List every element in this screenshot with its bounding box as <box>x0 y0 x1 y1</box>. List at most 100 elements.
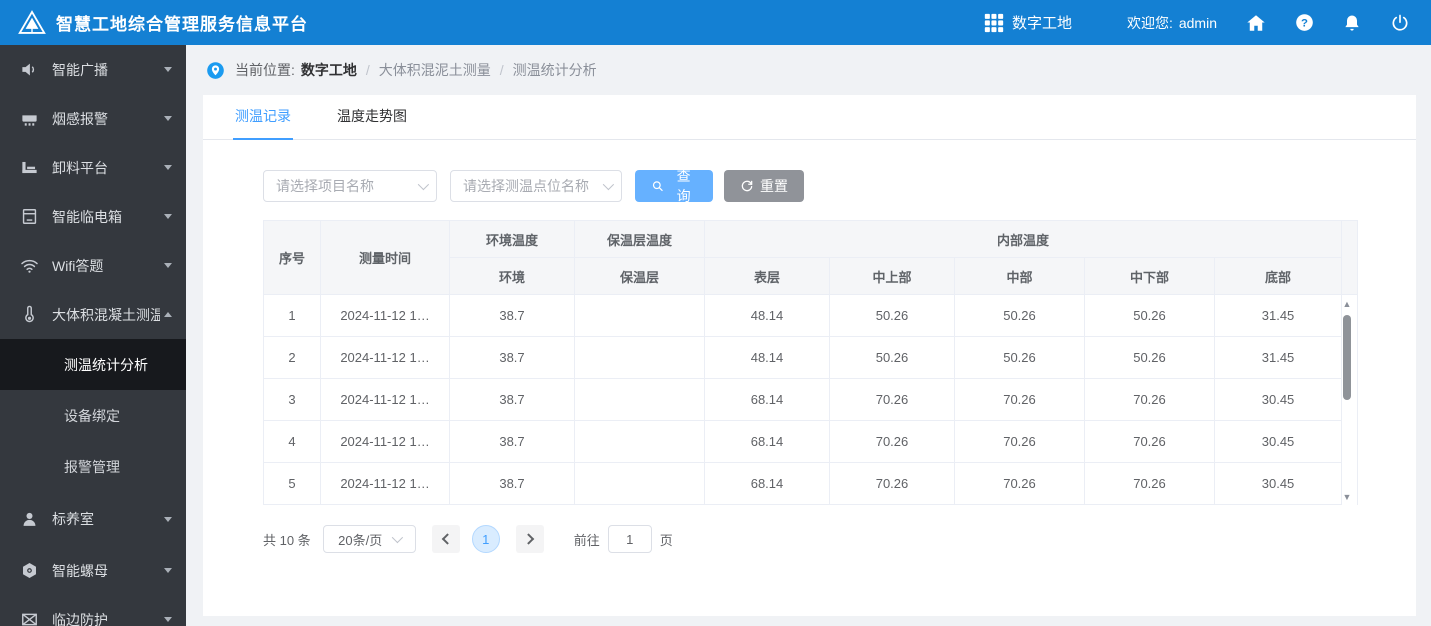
chevron-down-icon <box>164 116 172 121</box>
welcome-text: 欢迎您: admin <box>1126 14 1217 31</box>
scrollbar-gutter <box>1341 220 1359 295</box>
col-surface: 表层 <box>704 257 830 295</box>
table-header: 序号 测量时间 环境温度 保温层温度 内部温度 环境 保温层 表层 中上部 中部… <box>263 220 1359 295</box>
goto-page-input[interactable] <box>607 525 652 553</box>
sidebar-subitem-alarm-management[interactable]: 报警管理 <box>0 441 186 492</box>
speaker-icon <box>20 60 39 79</box>
breadcrumb-level2[interactable]: 大体积混泥土测量 <box>379 60 491 80</box>
chevron-up-icon <box>164 312 172 317</box>
pagination-bar: 共 10 条 20条/页 1 前往 页 <box>263 525 1416 553</box>
prev-page-button[interactable] <box>431 525 460 553</box>
search-button[interactable]: 查询 <box>635 168 713 204</box>
thermometer-icon <box>20 305 39 324</box>
sidebar: 智能广播 烟感报警 卸料平台 智能临电箱 Wifi答题 大体积混凝土测温 测温统… <box>0 45 186 626</box>
project-name-select[interactable]: 请选择项目名称 <box>263 170 437 202</box>
sidebar-item-broadcast[interactable]: 智能广播 <box>0 45 186 94</box>
sidebar-item-curing-room[interactable]: 标养室 <box>0 492 186 546</box>
table-row[interactable]: 2 2024-11-12 1… 38.7 48.14 50.26 50.26 50.26 31… <box>263 336 1359 379</box>
fence-icon <box>20 610 39 626</box>
chevron-down-icon <box>602 178 615 191</box>
sidebar-item-unloading-platform[interactable]: 卸料平台 <box>0 143 186 192</box>
app-switcher-label: 数字工地 <box>1011 15 1072 32</box>
chevron-down-icon <box>164 165 172 170</box>
chevron-down-icon <box>164 67 172 72</box>
chevron-down-icon <box>164 617 172 622</box>
page-size-select[interactable]: 20条/页 <box>322 525 416 553</box>
col-env: 环境 <box>449 257 575 295</box>
home-icon[interactable] <box>1245 12 1267 34</box>
col-lower-middle: 中下部 <box>1084 257 1215 295</box>
refresh-icon <box>741 180 753 192</box>
chevron-down-icon <box>164 568 172 573</box>
chevron-right-icon <box>522 533 534 545</box>
app-switcher[interactable]: 数字工地 <box>983 12 1072 34</box>
username: admin <box>1178 14 1217 31</box>
table-row[interactable]: 4 2024-11-12 1… 38.7 68.14 70.26 70.26 70.26 30… <box>263 420 1359 463</box>
chevron-down-icon <box>164 263 172 268</box>
main-area: 当前位置: 数字工地 / 大体积混泥土测量 / 测温统计分析 测温记录 温度走势… <box>186 45 1431 626</box>
sidebar-item-wifi-quiz[interactable]: Wifi答题 <box>0 241 186 290</box>
col-measure-time: 测量时间 <box>320 220 450 295</box>
temperature-table: 序号 测量时间 环境温度 保温层温度 内部温度 环境 保温层 表层 中上部 中部… <box>263 220 1403 505</box>
svg-text:?: ? <box>1301 17 1308 29</box>
col-middle: 中部 <box>954 257 1085 295</box>
search-icon <box>652 181 663 192</box>
power-icon[interactable] <box>1389 12 1411 34</box>
platform-title: 智慧工地综合管理服务信息平台 <box>56 15 308 34</box>
goto-label: 前往 <box>573 532 600 548</box>
scroll-up-icon[interactable]: ▲ <box>1343 299 1352 309</box>
person-icon <box>20 510 39 529</box>
chevron-down-icon <box>164 516 172 522</box>
filter-bar: 请选择项目名称 请选择测温点位名称 查询 重置 <box>263 168 1416 204</box>
location-pin-icon <box>206 61 225 80</box>
tab-temp-trend-chart[interactable]: 温度走势图 <box>335 106 409 139</box>
sidebar-item-edge-protection[interactable]: 临边防护 <box>0 595 186 626</box>
table-row[interactable]: 1 2024-11-12 1… 38.7 48.14 50.26 50.26 50.26 31… <box>263 294 1359 337</box>
unloading-platform-icon <box>20 158 39 177</box>
tab-temp-records[interactable]: 测温记录 <box>233 106 293 140</box>
top-header-bar: 智慧工地综合管理服务信息平台 数字工地 欢迎您: admin ? <box>0 0 1431 45</box>
measure-point-select[interactable]: 请选择测温点位名称 <box>450 170 622 202</box>
chevron-down-icon <box>417 178 430 191</box>
col-seq: 序号 <box>263 220 321 295</box>
content-card: 测温记录 温度走势图 请选择项目名称 请选择测温点位名称 查询 重置 序号 测量… <box>203 95 1416 616</box>
sidebar-item-concrete-temp[interactable]: 大体积混凝土测温 <box>0 290 186 339</box>
platform-logo-icon <box>18 9 46 37</box>
col-insulation: 保温层 <box>574 257 705 295</box>
scrollbar-thumb[interactable] <box>1343 315 1351 400</box>
chevron-down-icon <box>391 531 404 544</box>
breadcrumb: 当前位置: 数字工地 / 大体积混泥土测量 / 测温统计分析 <box>186 45 1431 95</box>
nut-icon <box>20 561 39 580</box>
grid-icon <box>983 12 1005 34</box>
reset-button[interactable]: 重置 <box>724 170 804 202</box>
chevron-left-icon <box>441 533 453 545</box>
sidebar-subitem-temp-statistics[interactable]: 测温统计分析 <box>0 339 186 390</box>
col-group-insulation-temp: 保温层温度 <box>574 220 705 258</box>
smoke-alarm-icon <box>20 109 39 128</box>
col-group-env-temp: 环境温度 <box>449 220 575 258</box>
breadcrumb-root[interactable]: 数字工地 <box>301 60 357 80</box>
bell-icon[interactable] <box>1341 12 1363 34</box>
scroll-down-icon[interactable]: ▼ <box>1343 492 1352 502</box>
sidebar-item-smoke-alarm[interactable]: 烟感报警 <box>0 94 186 143</box>
app-root: 智慧工地综合管理服务信息平台 数字工地 欢迎您: admin ? 智能广播 烟感… <box>0 0 1431 626</box>
power-box-icon <box>20 207 39 226</box>
table-scrollbar[interactable]: ▲ ▼ <box>1339 299 1355 502</box>
breadcrumb-level3[interactable]: 测温统计分析 <box>513 60 597 80</box>
table-row[interactable]: 5 2024-11-12 1… 38.7 68.14 70.26 70.26 70.26 30… <box>263 462 1359 505</box>
breadcrumb-prefix: 当前位置: <box>235 62 295 78</box>
help-icon[interactable]: ? <box>1293 12 1315 34</box>
page-unit-label: 页 <box>659 532 673 548</box>
page-number-current[interactable]: 1 <box>471 525 500 553</box>
sidebar-item-smart-nut[interactable]: 智能螺母 <box>0 546 186 595</box>
col-group-internal-temp: 内部温度 <box>703 220 1343 258</box>
col-upper-middle: 中上部 <box>829 257 955 295</box>
col-bottom: 底部 <box>1213 257 1343 295</box>
wifi-icon <box>20 256 39 275</box>
chevron-down-icon <box>164 214 172 219</box>
sidebar-item-power-box[interactable]: 智能临电箱 <box>0 192 186 241</box>
next-page-button[interactable] <box>515 525 544 553</box>
sidebar-subitem-device-binding[interactable]: 设备绑定 <box>0 390 186 441</box>
table-row[interactable]: 3 2024-11-12 1… 38.7 68.14 70.26 70.26 70.26 30… <box>263 378 1359 421</box>
total-count: 共 10 条 <box>263 532 311 548</box>
